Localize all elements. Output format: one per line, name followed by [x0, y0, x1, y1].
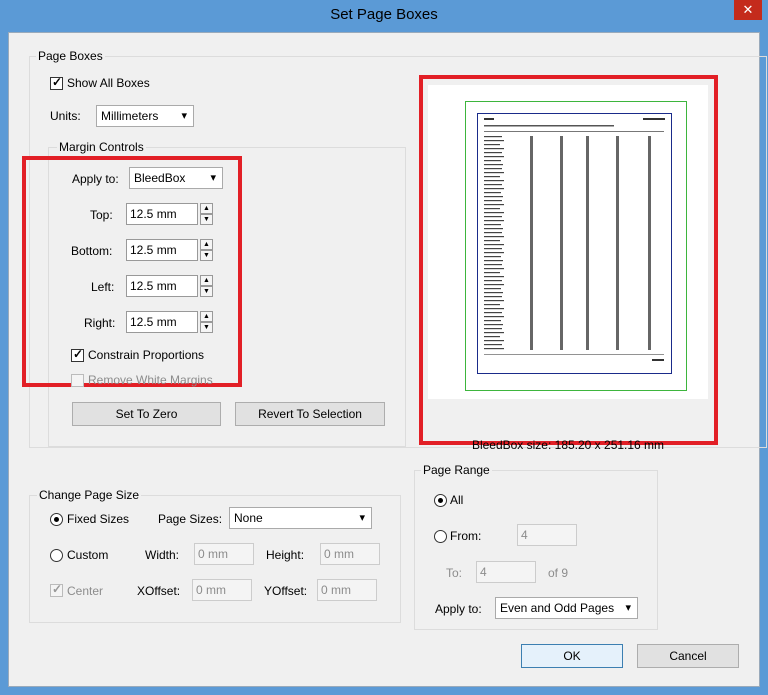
range-apply-to-value: Even and Odd Pages [500, 601, 615, 615]
page-boxes-title: Page Boxes [36, 49, 105, 63]
show-all-boxes-checkbox[interactable] [50, 75, 63, 90]
right-label: Right: [84, 316, 116, 330]
title-bar[interactable]: Set Page Boxes ✕ [0, 0, 768, 32]
height-input[interactable]: 0 mm [320, 543, 380, 565]
top-margin-input[interactable]: 12.5 mm [126, 203, 198, 225]
dialog-title: Set Page Boxes [330, 6, 438, 23]
right-margin-stepper[interactable]: ▲ ▼ [200, 311, 213, 333]
center-label: Center [67, 584, 104, 598]
top-label: Top: [90, 208, 113, 222]
all-pages-radio[interactable] [434, 494, 447, 507]
page-sizes-select[interactable]: None ▾ [229, 507, 372, 529]
dialog-window: Set Page Boxes ✕ Page Boxes Show All Box… [0, 0, 768, 695]
height-label: Height: [266, 548, 305, 562]
page-preview: BleedBox size: 185.20 x 251.16 mm [424, 81, 712, 452]
set-to-zero-button[interactable]: Set To Zero [72, 402, 221, 426]
close-button[interactable]: ✕ [734, 0, 762, 20]
bottom-margin-stepper[interactable]: ▲ ▼ [200, 239, 213, 261]
from-page-input[interactable]: 4 [517, 524, 577, 546]
xoffset-label: XOffset: [137, 584, 181, 598]
range-apply-to-label: Apply to: [435, 602, 482, 616]
media-box-outline [477, 113, 672, 374]
change-page-size-title: Change Page Size [37, 488, 142, 502]
all-pages-label: All [450, 493, 464, 507]
page-range-title: Page Range [421, 463, 492, 477]
width-label: Width: [145, 548, 180, 562]
left-margin-stepper[interactable]: ▲ ▼ [200, 275, 213, 297]
left-label: Left: [91, 280, 115, 294]
custom-label: Custom [67, 548, 109, 562]
right-margin-input[interactable]: 12.5 mm [126, 311, 198, 333]
to-page-input[interactable]: 4 [476, 561, 536, 583]
constrain-proportions-checkbox[interactable] [71, 347, 84, 362]
units-label: Units: [50, 109, 81, 123]
range-apply-to-select[interactable]: Even and Odd Pages ▾ [495, 597, 638, 619]
cancel-button[interactable]: Cancel [637, 644, 739, 668]
fixed-sizes-label: Fixed Sizes [67, 512, 130, 526]
from-label: From: [450, 529, 482, 543]
center-checkbox[interactable] [50, 582, 63, 597]
chevron-down-icon: ▾ [181, 110, 187, 122]
chevron-down-icon: ▾ [359, 512, 365, 524]
constrain-proportions-label: Constrain Proportions [88, 348, 205, 362]
units-value: Millimeters [101, 109, 159, 123]
page-sizes-label: Page Sizes: [158, 512, 223, 526]
chevron-down-icon: ▾ [210, 172, 216, 184]
apply-to-label: Apply to: [72, 172, 119, 186]
chevron-down-icon: ▾ [625, 602, 631, 614]
to-label: To: [446, 566, 463, 580]
custom-radio[interactable] [50, 549, 63, 562]
left-margin-input[interactable]: 12.5 mm [126, 275, 198, 297]
page-count-text: of 9 [548, 566, 569, 580]
units-select[interactable]: Millimeters ▾ [96, 105, 194, 127]
show-all-boxes-label: Show All Boxes [67, 76, 150, 90]
bottom-label: Bottom: [71, 244, 113, 258]
yoffset-label: YOffset: [264, 584, 308, 598]
remove-white-margins-checkbox[interactable] [71, 374, 84, 387]
bleedbox-size-text: BleedBox size: 185.20 x 251.16 mm [471, 438, 665, 452]
preview-page [428, 85, 708, 399]
top-margin-stepper[interactable]: ▲ ▼ [200, 203, 213, 225]
page-sizes-value: None [234, 511, 263, 525]
margin-controls-title: Margin Controls [57, 140, 146, 154]
bottom-margin-input[interactable]: 12.5 mm [126, 239, 198, 261]
dialog-body: Page Boxes Show All Boxes Units: Millime… [8, 32, 767, 687]
ok-button[interactable]: OK [521, 644, 623, 668]
page-content-thumbnail [484, 118, 665, 361]
width-input[interactable]: 0 mm [194, 543, 254, 565]
fixed-sizes-radio[interactable] [50, 513, 63, 526]
xoffset-input[interactable]: 0 mm [192, 579, 252, 601]
apply-to-select[interactable]: BleedBox ▾ [129, 167, 223, 189]
yoffset-input[interactable]: 0 mm [317, 579, 377, 601]
remove-white-margins-label: Remove White Margins [88, 373, 213, 387]
apply-to-value: BleedBox [134, 171, 186, 185]
revert-to-selection-button[interactable]: Revert To Selection [235, 402, 385, 426]
from-radio[interactable] [434, 530, 447, 543]
